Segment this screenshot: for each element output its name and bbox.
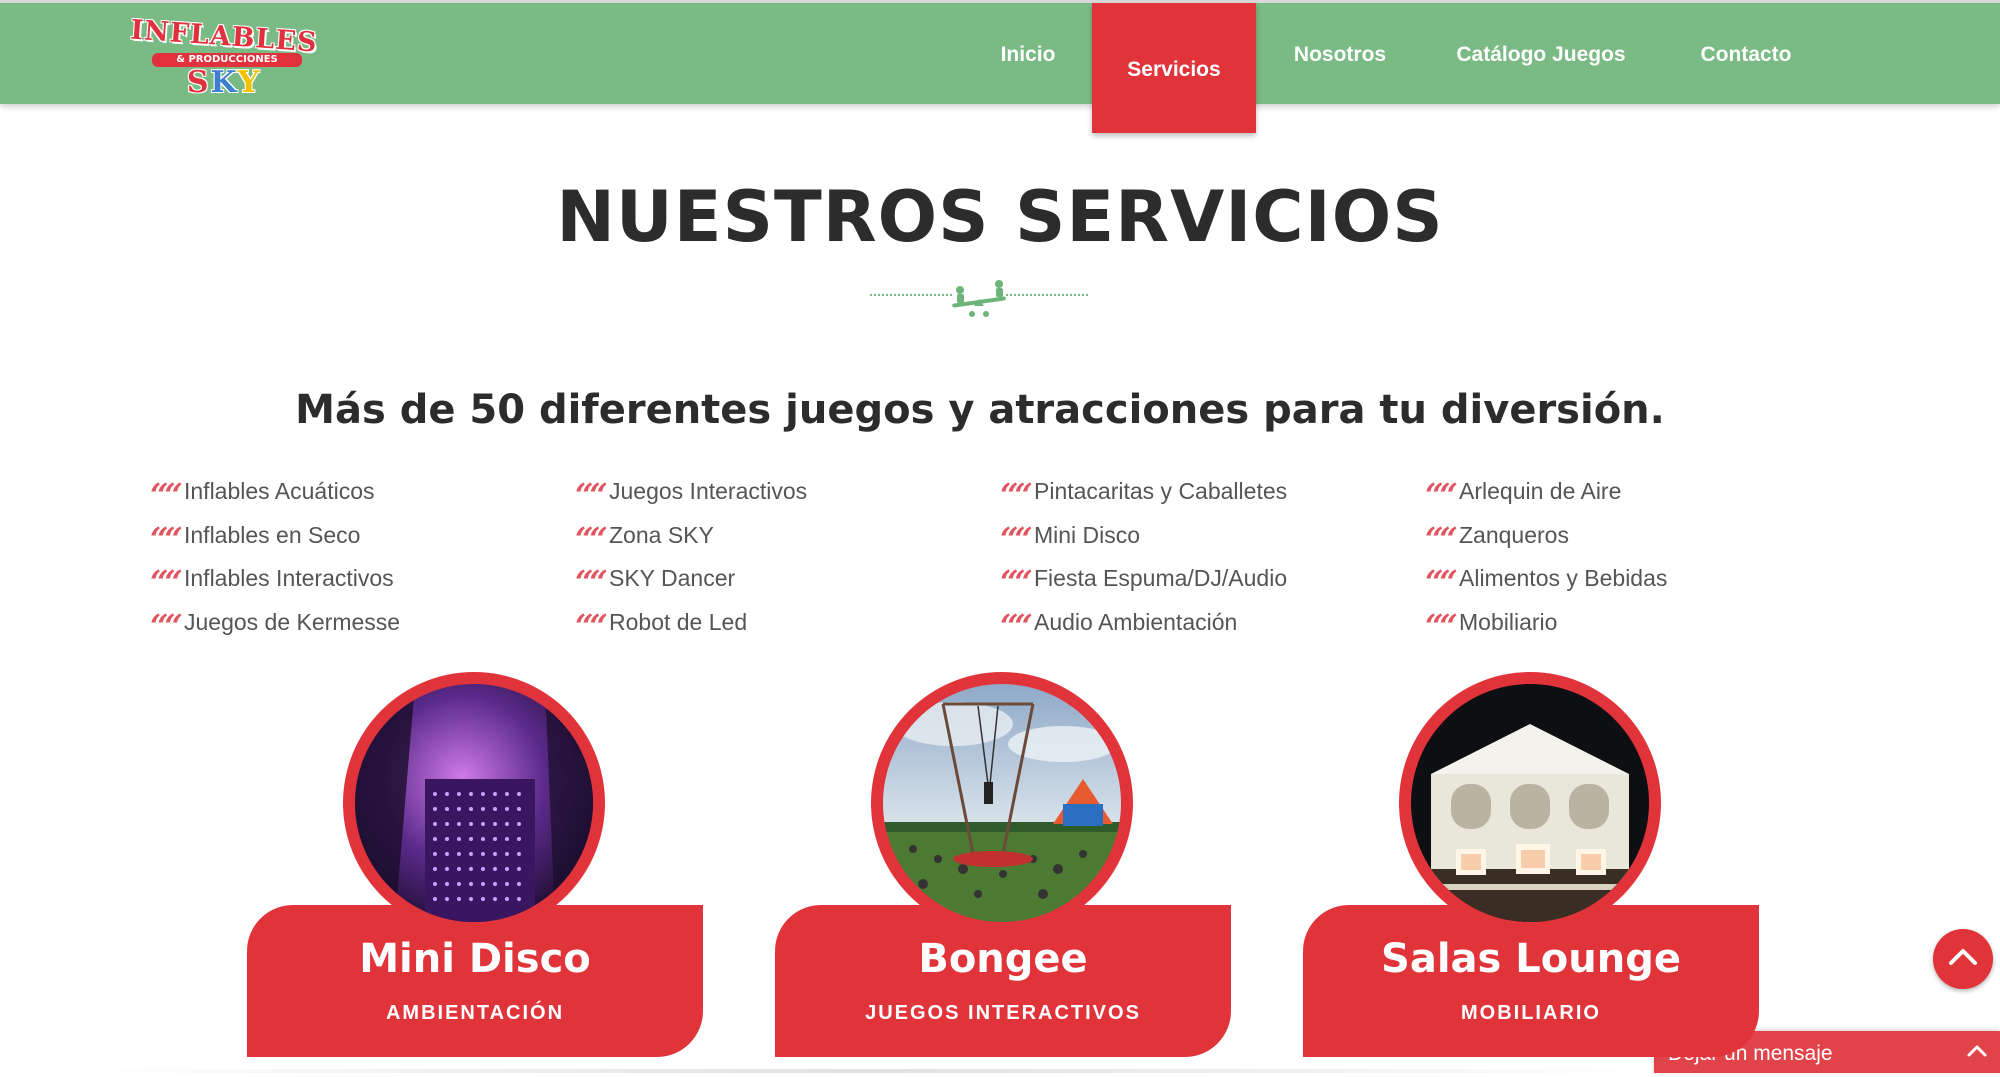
quote-icon: ““ [1425,476,1458,514]
card-title: Salas Lounge [1381,936,1681,982]
list-item: ““ Mobiliario [1425,603,1845,647]
nav-servicios[interactable]: Servicios [1092,3,1256,133]
service-card-mini-disco[interactable]: Mini Disco AMBIENTACIÓN [247,672,703,1057]
divider-line-right [1006,294,1088,296]
quote-icon: ““ [575,476,608,514]
chevron-up-icon [1949,949,1977,965]
quote-icon: ““ [1425,563,1458,602]
quote-icon: ““ [150,476,183,514]
list-item: ““ SKY Dancer [575,559,995,603]
salas-lounge-photo [1411,684,1649,922]
services-column-2: ““ Juegos Interactivos ““ Zona SKY ““ SKY D… [575,472,995,647]
quote-icon: ““ [1000,563,1033,602]
nav-nosotros[interactable]: Nosotros [1276,3,1404,104]
quote-icon: ““ [1000,519,1033,558]
quote-icon: ““ [575,519,608,558]
list-item: ““ Inflables en Seco [150,516,570,560]
card-title: Mini Disco [359,936,591,982]
quote-icon: ““ [150,563,183,602]
seesaw-icon [952,280,1006,317]
card-image-frame [1399,672,1661,934]
page-title: NUESTROS SERVICIOS [556,176,1444,258]
services-column-3: ““ Pintacaritas y Caballetes ““ Mini Disco… [1000,472,1420,647]
scroll-to-top-button[interactable] [1933,929,1993,989]
card-category: JUEGOS INTERACTIVOS [865,1002,1141,1024]
list-item: ““ Alimentos y Bebidas [1425,559,1845,603]
quote-icon: ““ [1425,607,1458,646]
list-item: ““ Juegos Interactivos [575,472,995,516]
card-category: AMBIENTACIÓN [385,1002,565,1024]
card-title: Bongee [918,936,1088,982]
logo-sky: SKY [186,65,262,100]
site-logo[interactable]: INFLABLES & PRODUCCIONES SKY [128,14,320,100]
mini-disco-photo [355,684,593,922]
quote-icon: ““ [150,519,183,558]
nav-catalogo-juegos[interactable]: Catálogo Juegos [1446,3,1636,104]
divider-line-left [870,294,952,296]
card-image-frame [343,672,605,934]
logo-title: INFLABLES [129,14,319,59]
list-item: ““ Pintacaritas y Caballetes [1000,472,1420,516]
list-item: ““ Zona SKY [575,516,995,560]
nav-contacto[interactable]: Contacto [1682,3,1810,104]
quote-icon: ““ [1000,607,1033,646]
nav-inicio[interactable]: Inicio [982,3,1074,104]
quote-icon: ““ [575,607,608,646]
quote-icon: ““ [575,563,608,602]
bongee-photo [883,684,1121,922]
list-item: ““ Inflables Interactivos [150,559,570,603]
footer-shadow [80,1069,1660,1073]
list-item: ““ Zanqueros [1425,516,1845,560]
list-item: ““ Fiesta Espuma/DJ/Audio [1000,559,1420,603]
card-image-frame [871,672,1133,934]
list-item: ““ Audio Ambientación [1000,603,1420,647]
services-column-4: ““ Arlequin de Aire ““ Zanqueros ““ Aliment… [1425,472,1845,647]
quote-icon: ““ [1425,519,1458,558]
list-item: ““ Mini Disco [1000,516,1420,560]
list-item: ““ Juegos de Kermesse [150,603,570,647]
service-card-salas-lounge[interactable]: Salas Lounge MOBILIARIO [1303,672,1759,1057]
list-item: ““ Inflables Acuáticos [150,472,570,516]
services-column-1: ““ Inflables Acuáticos ““ Inflables en Sec… [150,472,570,647]
list-item: ““ Robot de Led [575,603,995,647]
quote-icon: ““ [1000,476,1033,514]
quote-icon: ““ [150,607,183,646]
service-card-bongee[interactable]: Bongee JUEGOS INTERACTIVOS [775,672,1231,1057]
list-item: ““ Arlequin de Aire [1425,472,1845,516]
chevron-up-icon [1967,1045,1987,1057]
card-category: MOBILIARIO [1461,1002,1601,1024]
services-subtitle: Más de 50 diferentes juegos y atraccione… [295,387,1665,433]
